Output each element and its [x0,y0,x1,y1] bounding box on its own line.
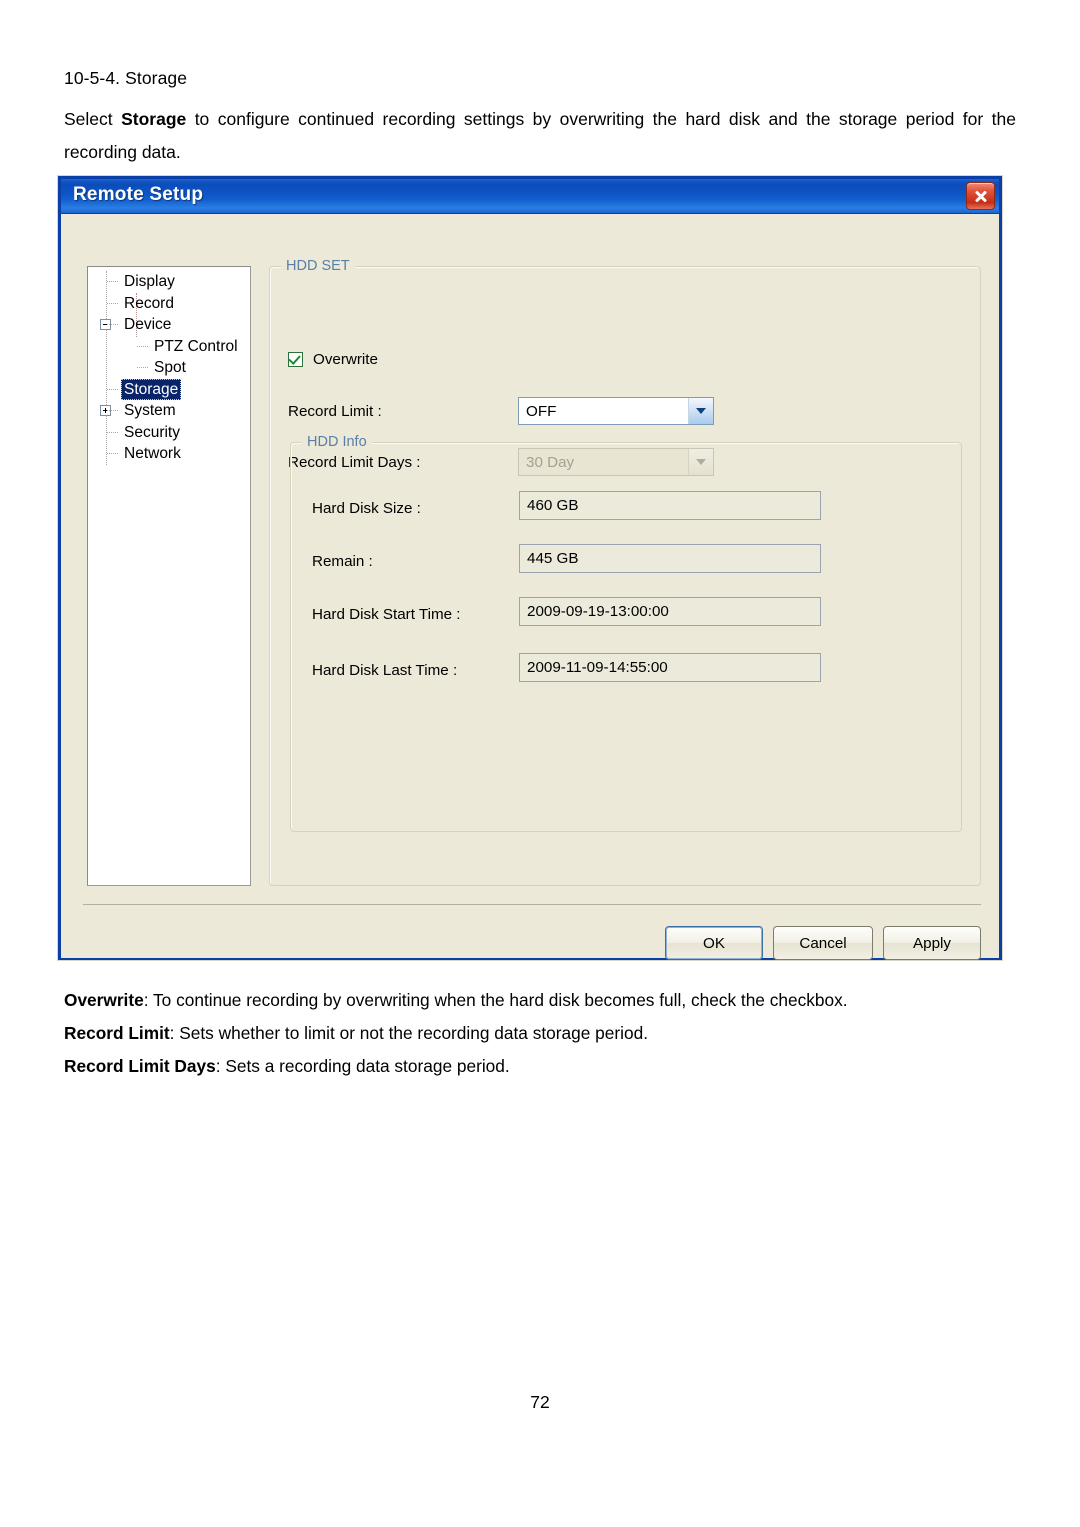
hard-disk-start-time-value: 2009-09-19-13:00:00 [527,603,669,620]
hard-disk-start-time-label: Hard Disk Start Time : [312,606,461,623]
tree-tick [107,453,118,455]
tree-item-display[interactable]: Display [88,271,250,293]
intro-text-before: Select [64,109,122,129]
hard-disk-last-time-value: 2009-11-09-14:55:00 [527,659,668,676]
remote-setup-dialog: Remote Setup Display Record Device PTZ C… [58,176,1002,960]
page-number: 72 [530,1392,550,1412]
tree-item-label: Storage [121,378,182,400]
tree-item-spot[interactable]: Spot [88,357,250,379]
overwrite-label: Overwrite [313,351,378,368]
hard-disk-last-time-field: 2009-11-09-14:55:00 [519,653,821,682]
dialog-titlebar: Remote Setup [61,179,999,214]
footer-divider [83,904,981,905]
cancel-button[interactable]: Cancel [773,926,873,960]
settings-tree-panel[interactable]: Display Record Device PTZ Control Spot S… [87,266,251,886]
tree-tick [107,388,118,391]
hard-disk-start-time-field: 2009-09-19-13:00:00 [519,597,821,626]
tree-item-label: Network [124,445,181,462]
check-icon [288,352,301,365]
intro-bold-term: Storage [121,109,187,129]
tree-tick [107,281,118,283]
tree-item-label: Security [124,423,180,441]
tree-item-network[interactable]: Network [88,443,250,465]
section-heading: 10-5-4. Storage [64,68,188,88]
hdd-set-group: HDD SET Overwrite Record Limit : OFF Rec… [269,258,981,886]
tree-item-ptz-control[interactable]: PTZ Control [88,336,250,358]
note-term: Record Limit [64,1023,170,1043]
tree-tick [137,345,148,348]
tree-tick [107,410,118,412]
close-icon[interactable] [966,182,995,210]
tree-tick [107,431,118,434]
tree-item-record[interactable]: Record [88,293,250,315]
dialog-title: Remote Setup [73,184,204,205]
tree-tick [137,367,148,369]
tree-item-device[interactable]: Device [88,314,250,336]
hard-disk-size-label: Hard Disk Size : [312,500,421,517]
note-record-limit: Record Limit: Sets whether to limit or n… [64,1017,1016,1050]
hdd-set-group-label: HDD SET [281,258,355,274]
note-overwrite: Overwrite: To continue recording by over… [64,984,1016,1017]
notes-block: Overwrite: To continue recording by over… [64,984,1016,1083]
note-term: Overwrite [64,990,144,1010]
settings-tree: Display Record Device PTZ Control Spot S… [88,267,250,465]
tree-item-label: Record [124,294,174,312]
intro-paragraph: Select Storage to configure continued re… [64,103,1016,169]
hard-disk-last-time-label: Hard Disk Last Time : [312,662,458,679]
note-record-limit-days: Record Limit Days: Sets a recording data… [64,1050,1016,1083]
tree-item-label: Display [124,273,175,290]
record-limit-select[interactable]: OFF [518,397,714,425]
overwrite-checkbox[interactable] [288,352,303,367]
tree-item-label: System [124,402,176,419]
tree-tick [107,324,118,326]
hard-disk-size-value: 460 GB [527,497,579,514]
chevron-down-icon[interactable] [688,398,713,424]
hdd-info-group-label: HDD Info [302,434,372,450]
hard-disk-size-field: 460 GB [519,491,821,520]
note-text: : To continue recording by overwriting w… [143,990,848,1010]
record-limit-value: OFF [526,402,557,420]
apply-button[interactable]: Apply [883,926,981,960]
tree-item-label: PTZ Control [154,337,238,355]
hdd-info-group: HDD Info Hard Disk Size : 460 GB Remain … [290,434,962,832]
tree-tick [107,302,118,305]
ok-button[interactable]: OK [665,926,763,960]
record-limit-label: Record Limit : [288,403,382,420]
note-text: : Sets a recording data storage period. [215,1056,510,1076]
note-text: : Sets whether to limit or not the recor… [169,1023,648,1043]
note-term: Record Limit Days [64,1056,216,1076]
tree-item-system[interactable]: System [88,400,250,422]
remain-field: 445 GB [519,544,821,573]
tree-item-label: Spot [154,359,186,376]
remain-label: Remain : [312,553,373,570]
tree-item-label: Device [124,316,172,333]
remain-value: 445 GB [527,550,579,567]
tree-item-security[interactable]: Security [88,422,250,444]
tree-item-storage[interactable]: Storage [88,378,250,400]
intro-text-after: to configure continued recording setting… [64,109,1017,162]
dialog-body: Display Record Device PTZ Control Spot S… [61,214,999,960]
